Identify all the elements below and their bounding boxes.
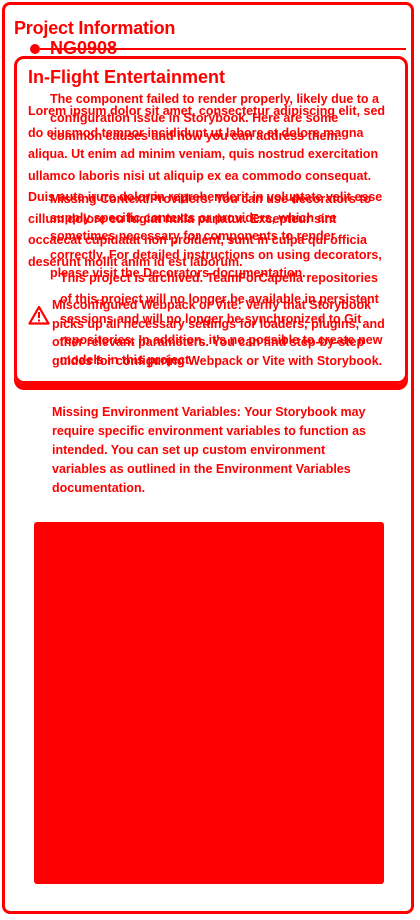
- card-title: In-Flight Entertainment: [28, 67, 225, 87]
- error-missing-env: Missing Environment Variables: Your Stor…: [52, 405, 366, 495]
- error-misconfigured: Misconfigured Webpack or Vite: Verify th…: [52, 298, 385, 368]
- section-title: Project Information: [14, 18, 176, 38]
- warning-icon: [28, 305, 50, 330]
- status-dot-icon: [30, 43, 40, 54]
- content-placeholder: [34, 522, 384, 884]
- divider: [40, 48, 406, 50]
- error-intro: The component failed to render properly,…: [50, 92, 379, 143]
